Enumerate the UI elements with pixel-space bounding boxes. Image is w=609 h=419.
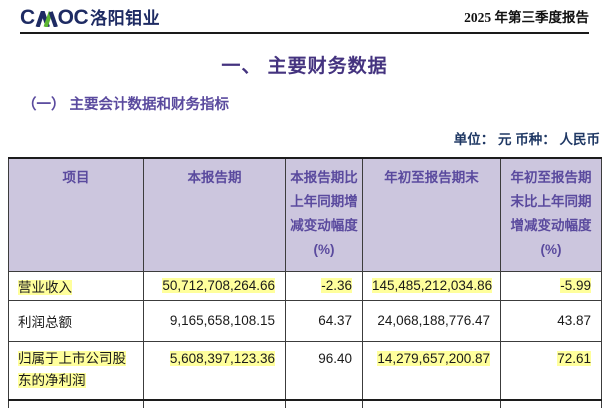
- unit-note: 单位： 元 币种： 人民币: [0, 128, 600, 148]
- col-header-item: 项目: [9, 158, 144, 271]
- section-subtitle: （一） 主要会计数据和财务指标: [22, 93, 609, 114]
- table-row-total-profit: 利润总额 9,165,658,108.15 64.37 24,068,188,7…: [9, 300, 602, 341]
- cell-current-period: 9,165,658,108.15: [144, 300, 286, 341]
- cell-current-period: 50,712,708,264.66: [144, 271, 286, 300]
- cell-ytd-change: -5.99: [501, 271, 602, 300]
- company-logo: C OC 洛阳钼业: [20, 7, 160, 29]
- table-header-row: 项目 本报告期 本报告期比 上年同期增 减变动幅度 (%) 年初至报告期末 年初…: [9, 158, 602, 271]
- cell-item: 营业收入: [9, 271, 144, 300]
- logo-c-text: C: [20, 7, 35, 29]
- col-header-ytd-change: 年初至报告期 末比上年同期 增减变动幅度 (%): [501, 158, 602, 271]
- table-row-revenue: 营业收入 50,712,708,264.66 -2.36 145,485,212…: [9, 271, 602, 300]
- cell-item: 归属于上市公司股东的净利润: [9, 341, 144, 400]
- logo-m-icon: [35, 11, 58, 27]
- cell-ytd-change: 72.61: [501, 341, 602, 400]
- cell-ytd: 14,279,657,200.87: [363, 341, 501, 400]
- cell-current-change: -2.36: [286, 271, 363, 300]
- page-header: C OC 洛阳钼业 2025 年第三季度报告: [20, 6, 589, 34]
- cell-item: 利润总额: [9, 300, 144, 341]
- cell-current-change: 64.37: [286, 300, 363, 341]
- logo-oc-text: OC: [58, 7, 89, 29]
- table-row-partial: [9, 400, 602, 408]
- cell-ytd: 145,485,212,034.86: [363, 271, 501, 300]
- table-row-net-profit: 归属于上市公司股东的净利润 5,608,397,123.36 96.40 14,…: [9, 341, 602, 400]
- cell-ytd-change: 43.87: [501, 300, 602, 341]
- col-header-current-period: 本报告期: [144, 158, 286, 271]
- report-title: 2025 年第三季度报告: [464, 6, 589, 29]
- cell-current-period: 5,608,397,123.36: [144, 341, 286, 400]
- col-header-current-change: 本报告期比 上年同期增 减变动幅度 (%): [286, 158, 363, 271]
- cell-ytd: 24,068,188,776.47: [363, 300, 501, 341]
- logo-chinese-text: 洛阳钼业: [90, 9, 160, 29]
- section-title: 一、 主要财务数据: [0, 51, 609, 78]
- cell-current-change: 96.40: [286, 341, 363, 400]
- col-header-ytd: 年初至报告期末: [363, 158, 501, 271]
- financial-table: 项目 本报告期 本报告期比 上年同期增 减变动幅度 (%) 年初至报告期末 年初…: [8, 157, 602, 408]
